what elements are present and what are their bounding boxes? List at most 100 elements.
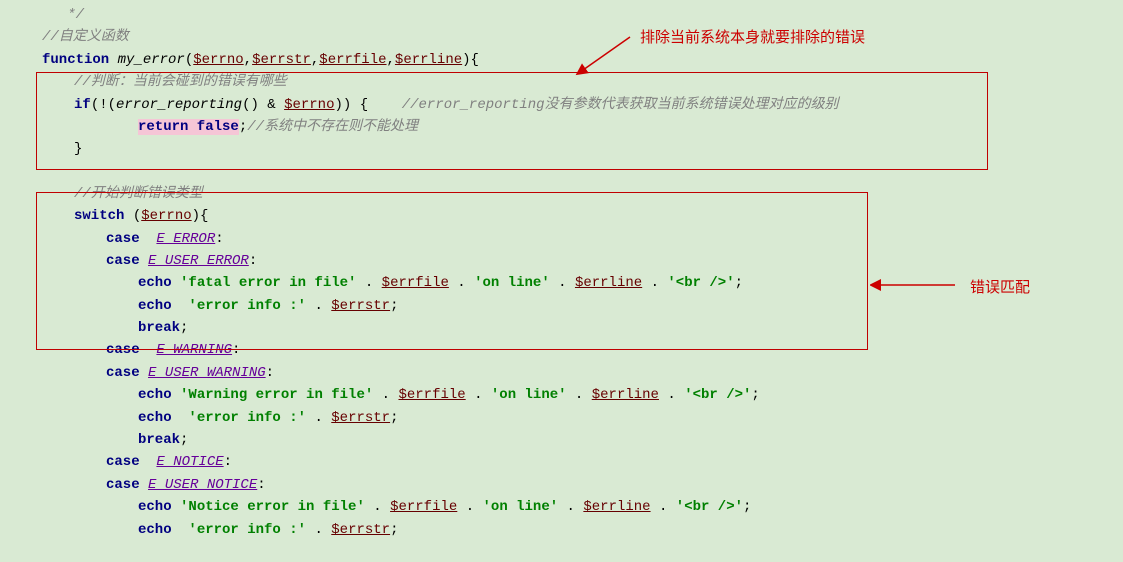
keyword-echo: echo [138, 387, 180, 403]
string-literal: 'Notice error in file' [180, 499, 365, 515]
brace: )) { [335, 97, 369, 113]
constant: E_ERROR [156, 231, 215, 247]
code-line: return false;//系统中不存在则不能处理 [10, 116, 1113, 138]
keyword-case: case [106, 477, 148, 493]
keyword-if: if [74, 97, 91, 113]
variable: $errfile [382, 275, 449, 291]
operator: . [550, 275, 575, 291]
annotation-text-1: 排除当前系统本身就要排除的错误 [640, 26, 865, 50]
operator: . [642, 275, 667, 291]
function-call: error_reporting [116, 97, 242, 113]
operator: . [659, 387, 684, 403]
paren: ( [133, 208, 141, 224]
string-literal: 'error info :' [188, 410, 306, 426]
comma: , [387, 52, 395, 68]
operator: . [365, 499, 390, 515]
code-comment: //开始判断错误类型 [74, 186, 203, 202]
string-literal: '<br />' [676, 499, 743, 515]
variable: $errfile [319, 52, 386, 68]
code-line: case E_NOTICE: [10, 451, 1113, 473]
code-line: case E_USER_NOTICE: [10, 474, 1113, 496]
keyword-return: return false [138, 119, 239, 135]
operator: . [457, 499, 482, 515]
string-literal: 'Warning error in file' [180, 387, 373, 403]
string-literal: 'error info :' [188, 522, 306, 538]
variable: $errno [141, 208, 191, 224]
operator: . [373, 387, 398, 403]
code-comment: //系统中不存在则不能处理 [247, 119, 418, 135]
semicolon: ; [180, 320, 188, 336]
code-line: echo 'error info :' . $errstr; [10, 519, 1113, 541]
code-line: switch ($errno){ [10, 205, 1113, 227]
keyword-case: case [106, 365, 148, 381]
operator: () & [242, 97, 284, 113]
string-literal: 'error info :' [188, 298, 306, 314]
variable: $errno [193, 52, 243, 68]
keyword-break: break [138, 432, 180, 448]
variable: $errstr [331, 522, 390, 538]
keyword-echo: echo [138, 410, 188, 426]
semicolon: ; [390, 298, 398, 314]
operator: . [558, 499, 583, 515]
semicolon: ; [239, 119, 247, 135]
semicolon: ; [743, 499, 751, 515]
operator: . [356, 275, 381, 291]
keyword-echo: echo [138, 522, 188, 538]
code-line: echo 'error info :' . $errstr; [10, 407, 1113, 429]
keyword-case: case [106, 342, 156, 358]
constant: E_USER_NOTICE [148, 477, 257, 493]
operator: . [466, 387, 491, 403]
semicolon: ; [751, 387, 759, 403]
code-line: if(!(error_reporting() & $errno)) { //er… [10, 94, 1113, 116]
variable: $errfile [398, 387, 465, 403]
code-line: case E_USER_ERROR: [10, 250, 1113, 272]
keyword-case: case [106, 253, 148, 269]
code-line: break; [10, 317, 1113, 339]
colon: : [257, 477, 265, 493]
string-literal: 'fatal error in file' [180, 275, 356, 291]
variable: $errstr [331, 410, 390, 426]
constant: E_NOTICE [156, 454, 223, 470]
colon: : [249, 253, 257, 269]
operator: . [306, 410, 331, 426]
code-line: echo 'Notice error in file' . $errfile .… [10, 496, 1113, 518]
code-line: case E_USER_WARNING: [10, 362, 1113, 384]
paren: ( [185, 52, 193, 68]
code-line: break; [10, 429, 1113, 451]
operator: . [567, 387, 592, 403]
string-literal: '<br />' [667, 275, 734, 291]
brace: ){ [462, 52, 479, 68]
constant: E_USER_ERROR [148, 253, 249, 269]
operator: . [651, 499, 676, 515]
code-comment: */ [42, 7, 84, 23]
keyword-function: function [42, 52, 109, 68]
paren: (!( [91, 97, 116, 113]
string-literal: 'on line' [483, 499, 559, 515]
annotation-text-2: 错误匹配 [970, 276, 1030, 300]
keyword-echo: echo [138, 298, 188, 314]
operator: . [306, 298, 331, 314]
colon: : [266, 365, 274, 381]
colon: : [215, 231, 223, 247]
keyword-echo: echo [138, 499, 180, 515]
variable: $errline [575, 275, 642, 291]
code-comment: //error_reporting没有参数代表获取当前系统错误处理对应的级别 [368, 97, 838, 113]
variable: $errfile [390, 499, 457, 515]
brace: ){ [192, 208, 209, 224]
code-line: echo 'Warning error in file' . $errfile … [10, 384, 1113, 406]
string-literal: '<br />' [684, 387, 751, 403]
variable: $errno [284, 97, 334, 113]
keyword-switch: switch [74, 208, 133, 224]
constant: E_USER_WARNING [148, 365, 266, 381]
code-line: case E_ERROR: [10, 228, 1113, 250]
keyword-echo: echo [138, 275, 180, 291]
variable: $errline [583, 499, 650, 515]
code-line: echo 'error info :' . $errstr; [10, 295, 1113, 317]
string-literal: 'on line' [474, 275, 550, 291]
colon: : [224, 454, 232, 470]
function-name: my_error [109, 52, 185, 68]
brace: } [74, 141, 82, 157]
semicolon: ; [180, 432, 188, 448]
keyword-case: case [106, 454, 156, 470]
operator: . [449, 275, 474, 291]
